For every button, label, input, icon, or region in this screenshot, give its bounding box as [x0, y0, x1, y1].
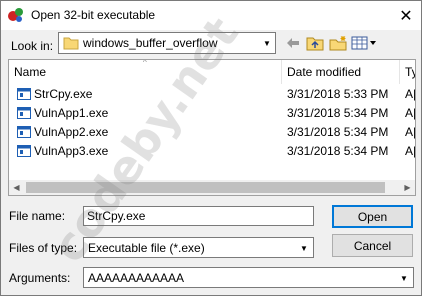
scroll-left-icon[interactable]: ◀ [9, 180, 24, 195]
file-type: A| [405, 106, 416, 120]
file-date: 3/31/2018 5:34 PM [287, 106, 389, 120]
new-folder-button[interactable] [328, 34, 348, 52]
view-menu-button[interactable] [351, 34, 377, 52]
file-row[interactable]: VulnApp2.exe 3/31/2018 5:34 PM A| [9, 123, 415, 142]
arguments-value: AAAAAAAAAAAA [88, 271, 185, 285]
up-folder-button[interactable] [305, 34, 325, 52]
file-name-value: StrCpy.exe [87, 209, 146, 223]
file-row[interactable]: StrCpy.exe 3/31/2018 5:33 PM A| [9, 85, 415, 104]
file-name-label: File name: [9, 209, 66, 223]
column-header-date-modified[interactable]: Date modified [287, 65, 361, 79]
column-header-name[interactable]: Name [14, 65, 46, 79]
window-title: Open 32-bit executable [31, 8, 156, 22]
column-divider[interactable] [399, 60, 400, 84]
chevron-down-icon[interactable]: ▼ [259, 33, 275, 53]
file-name: VulnApp1.exe [34, 106, 109, 120]
close-icon: ✕ [399, 7, 413, 25]
close-button[interactable]: ✕ [391, 1, 421, 30]
open-button-label: Open [357, 209, 388, 224]
file-name: VulnApp2.exe [34, 125, 109, 139]
file-list[interactable]: ^ Name Date modified Ty StrCpy.exe 3/31/… [8, 59, 416, 196]
exe-file-icon [17, 88, 31, 100]
title-bar: Open 32-bit executable ✕ [1, 1, 421, 30]
cancel-button-label: Cancel [353, 238, 392, 253]
sort-ascending-icon: ^ [143, 59, 147, 67]
file-type-value: Executable file (*.exe) [88, 241, 205, 255]
file-name-input[interactable]: StrCpy.exe [83, 206, 314, 226]
file-type-label: Files of type: [9, 241, 78, 255]
file-type: A| [405, 125, 416, 139]
back-arrow-icon [287, 38, 299, 48]
new-folder-icon [329, 36, 347, 51]
open-dialog-window: Open 32-bit executable ✕ Look in: window… [0, 0, 422, 296]
exe-file-icon [17, 107, 31, 119]
file-date: 3/31/2018 5:34 PM [287, 144, 389, 158]
scrollbar-thumb[interactable] [26, 182, 385, 193]
folder-up-icon [306, 37, 324, 51]
horizontal-scrollbar[interactable]: ◀ ▶ [9, 180, 415, 195]
file-type: A| [405, 87, 416, 101]
exe-file-icon [17, 145, 31, 157]
look-in-value: windows_buffer_overflow [83, 36, 218, 50]
file-type-dropdown[interactable]: Executable file (*.exe) ▼ [83, 237, 314, 258]
file-row[interactable]: VulnApp3.exe 3/31/2018 5:34 PM A| [9, 142, 415, 161]
open-button[interactable]: Open [332, 205, 413, 228]
arguments-input[interactable]: AAAAAAAAAAAA ▼ [83, 267, 414, 288]
cancel-button[interactable]: Cancel [332, 234, 413, 257]
look-in-label: Look in: [11, 39, 54, 53]
chevron-down-icon[interactable]: ▼ [297, 241, 311, 255]
file-date: 3/31/2018 5:34 PM [287, 125, 389, 139]
look-in-dropdown[interactable]: windows_buffer_overflow ▼ [58, 32, 276, 54]
chevron-down-icon[interactable]: ▼ [397, 271, 411, 285]
file-name: StrCpy.exe [34, 87, 93, 101]
file-type: A| [405, 144, 416, 158]
arguments-label: Arguments: [9, 271, 71, 285]
folder-icon [63, 37, 79, 50]
column-header-type[interactable]: Ty [405, 65, 415, 79]
column-divider[interactable] [281, 60, 282, 84]
file-date: 3/31/2018 5:33 PM [287, 87, 389, 101]
file-row[interactable]: VulnApp1.exe 3/31/2018 5:34 PM A| [9, 104, 415, 123]
exe-file-icon [17, 126, 31, 138]
back-button[interactable] [284, 34, 302, 52]
app-logo-icon [8, 8, 23, 22]
view-menu-icon [351, 36, 376, 50]
scroll-right-icon[interactable]: ▶ [400, 180, 415, 195]
file-name: VulnApp3.exe [34, 144, 109, 158]
